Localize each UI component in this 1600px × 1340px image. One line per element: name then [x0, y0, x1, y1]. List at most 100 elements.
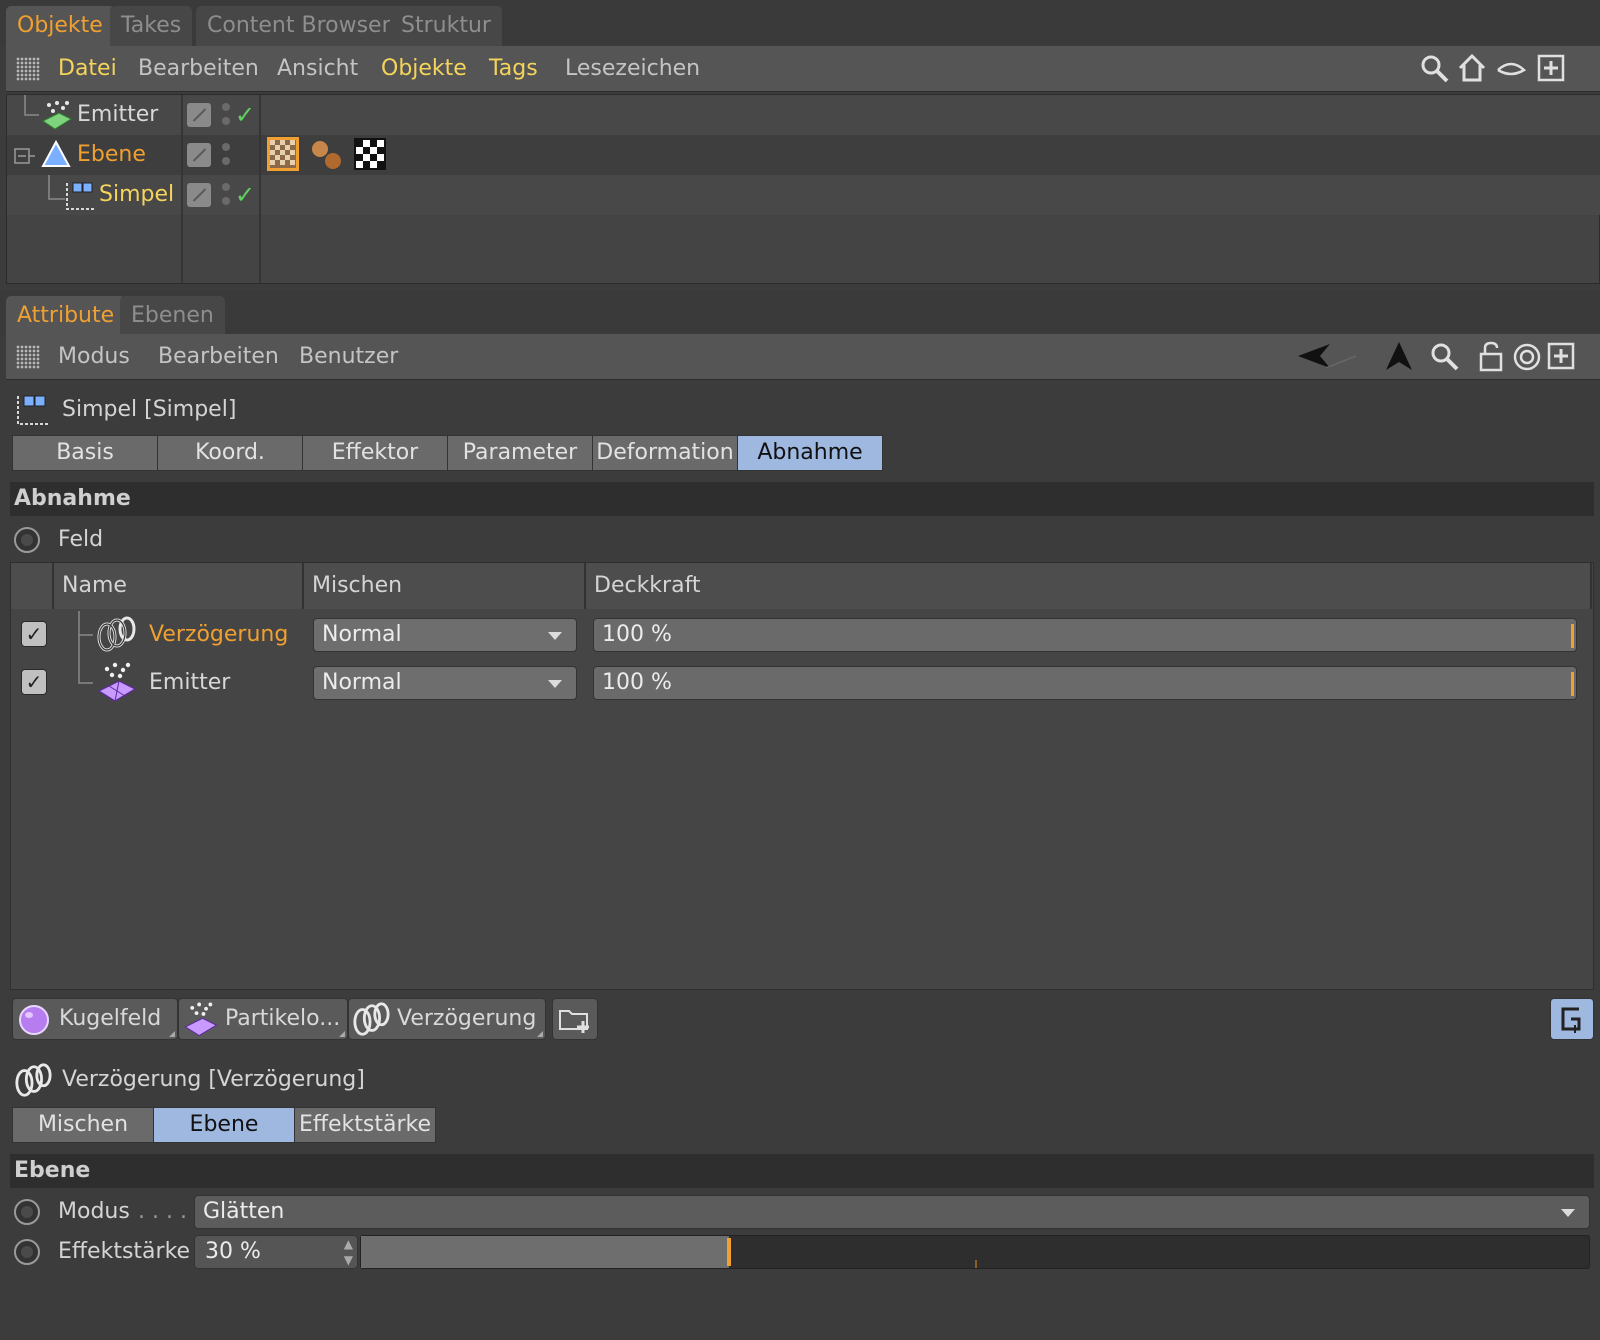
slider-handle[interactable]: [1571, 624, 1574, 648]
field-name[interactable]: Emitter: [149, 668, 230, 698]
subtab-deformation[interactable]: Deformation: [592, 435, 738, 471]
object-row-emitter[interactable]: Emitter ✓: [7, 95, 1600, 135]
slider-handle[interactable]: [1571, 672, 1574, 696]
add-kugelfeld-button[interactable]: Kugelfeld: [12, 998, 178, 1040]
tree-line-icon: [78, 659, 93, 684]
subtab-effektstaerke[interactable]: Effektstärke: [294, 1107, 436, 1143]
plain-effector-icon: [17, 395, 48, 425]
modus-label: Modus: [58, 1199, 130, 1224]
subtab-abnahme[interactable]: Abnahme: [737, 435, 883, 471]
render-dots[interactable]: [221, 101, 231, 129]
sub-object-title: Verzögerung [Verzögerung]: [62, 1067, 365, 1092]
object-name[interactable]: Ebene: [77, 135, 146, 175]
subtab-basis[interactable]: Basis: [12, 435, 158, 471]
tab-attribute[interactable]: Attribute: [6, 296, 126, 336]
menu-bearbeiten[interactable]: Bearbeiten: [158, 334, 279, 380]
tab-struktur[interactable]: Struktur: [390, 6, 502, 46]
column-divider[interactable]: [259, 95, 261, 283]
column-divider[interactable]: [181, 95, 183, 283]
effektstaerke-value: 30 %: [205, 1239, 261, 1264]
label-dots: . . . .: [138, 1199, 187, 1224]
up-arrow-icon[interactable]: [1384, 340, 1414, 370]
subtab-ebene[interactable]: Ebene: [153, 1107, 295, 1143]
effektstaerke-slider[interactable]: [360, 1235, 1590, 1269]
subtab-effektor[interactable]: Effektor: [302, 435, 448, 471]
collapse-icon[interactable]: [13, 145, 35, 167]
column-header-check: [11, 563, 54, 609]
layer-options-icon: [1561, 1007, 1581, 1033]
menu-lesezeichen[interactable]: Lesezeichen: [565, 46, 700, 92]
opacity-slider[interactable]: 100 %: [593, 618, 1577, 652]
visibility-toggle[interactable]: [187, 103, 211, 127]
tab-objekte[interactable]: Objekte: [6, 6, 114, 46]
opacity-value: 100 %: [602, 622, 672, 647]
visibility-toggle[interactable]: [187, 183, 211, 207]
new-window-icon[interactable]: [1536, 54, 1566, 84]
add-folder-button[interactable]: [552, 998, 598, 1040]
lock-icon[interactable]: [1476, 340, 1506, 372]
animate-radio[interactable]: [14, 1199, 40, 1225]
stepper-arrows-icon[interactable]: ▲ ▼: [344, 1236, 353, 1268]
search-icon[interactable]: [1430, 342, 1460, 372]
menu-modus[interactable]: Modus: [58, 334, 130, 380]
tab-takes[interactable]: Takes: [110, 6, 193, 46]
animate-radio[interactable]: [14, 527, 40, 553]
material-tag-icon[interactable]: [265, 135, 301, 173]
object-title: Simpel [Simpel]: [62, 397, 237, 422]
blend-mode-dropdown[interactable]: Normal: [313, 666, 577, 700]
column-header-name[interactable]: Name: [54, 563, 304, 609]
back-arrow-icon[interactable]: [1296, 342, 1366, 372]
modus-dropdown[interactable]: Glätten: [194, 1195, 1590, 1229]
dropdown-corner-icon: [537, 1031, 543, 1037]
grip-icon[interactable]: [16, 57, 40, 81]
search-icon[interactable]: [1420, 54, 1450, 84]
button-label: Kugelfeld: [59, 1006, 162, 1031]
subtab-parameter[interactable]: Parameter: [447, 435, 593, 471]
tab-content-browser[interactable]: Content Browser: [196, 6, 402, 46]
slider-handle[interactable]: [727, 1238, 732, 1266]
menu-objekte[interactable]: Objekte: [381, 46, 467, 92]
checker-tag-icon[interactable]: [353, 137, 387, 171]
sphere-field-icon: [19, 1005, 49, 1035]
target-icon[interactable]: [1512, 342, 1542, 372]
object-row-simpel[interactable]: Simpel ✓: [7, 175, 1600, 215]
visibility-toggle[interactable]: [187, 143, 211, 167]
table-row[interactable]: ✓ Emitter Normal 100 %: [11, 659, 1593, 707]
menu-datei[interactable]: Datei: [58, 46, 117, 92]
enabled-check-icon[interactable]: ✓: [235, 103, 255, 127]
menu-benutzer[interactable]: Benutzer: [299, 334, 398, 380]
column-header-mischen[interactable]: Mischen: [304, 563, 586, 609]
effektstaerke-input[interactable]: 30 % ▲ ▼: [194, 1235, 358, 1269]
add-delay-field-button[interactable]: Verzögerung: [348, 998, 546, 1040]
field-enable-checkbox[interactable]: ✓: [21, 621, 47, 647]
emitter-field-icon: [184, 1002, 218, 1037]
section-header: Abnahme: [10, 482, 1594, 516]
enabled-check-icon[interactable]: ✓: [235, 183, 255, 207]
menu-ansicht[interactable]: Ansicht: [277, 46, 358, 92]
new-window-icon[interactable]: [1546, 342, 1576, 372]
object-name[interactable]: Simpel: [99, 175, 174, 215]
menu-tags[interactable]: Tags: [489, 46, 538, 92]
table-row[interactable]: ✓ Verzögerung Normal 100 %: [11, 611, 1593, 659]
home-icon[interactable]: [1456, 52, 1486, 82]
layer-options-button[interactable]: [1550, 998, 1594, 1040]
column-header-deckkraft[interactable]: Deckkraft: [586, 563, 1592, 609]
grip-icon[interactable]: [16, 345, 40, 369]
object-name[interactable]: Emitter: [77, 95, 158, 135]
render-dots[interactable]: [221, 181, 231, 209]
blend-mode-dropdown[interactable]: Normal: [313, 618, 577, 652]
menu-bearbeiten[interactable]: Bearbeiten: [138, 46, 259, 92]
subtab-koord[interactable]: Koord.: [157, 435, 303, 471]
render-dots[interactable]: [221, 141, 231, 169]
opacity-slider[interactable]: 100 %: [593, 666, 1577, 700]
field-name[interactable]: Verzögerung: [149, 620, 288, 650]
objects-tabbar: Objekte Takes Content Browser Struktur: [0, 0, 1600, 46]
spheres-tag-icon[interactable]: [309, 137, 345, 173]
subtab-mischen[interactable]: Mischen: [12, 1107, 154, 1143]
object-row-ebene[interactable]: Ebene: [7, 135, 1600, 175]
eye-icon[interactable]: [1496, 54, 1527, 84]
animate-radio[interactable]: [14, 1239, 40, 1265]
field-enable-checkbox[interactable]: ✓: [21, 669, 47, 695]
add-particle-field-button[interactable]: Partikelo...: [178, 998, 348, 1040]
tab-ebenen[interactable]: Ebenen: [120, 296, 225, 336]
